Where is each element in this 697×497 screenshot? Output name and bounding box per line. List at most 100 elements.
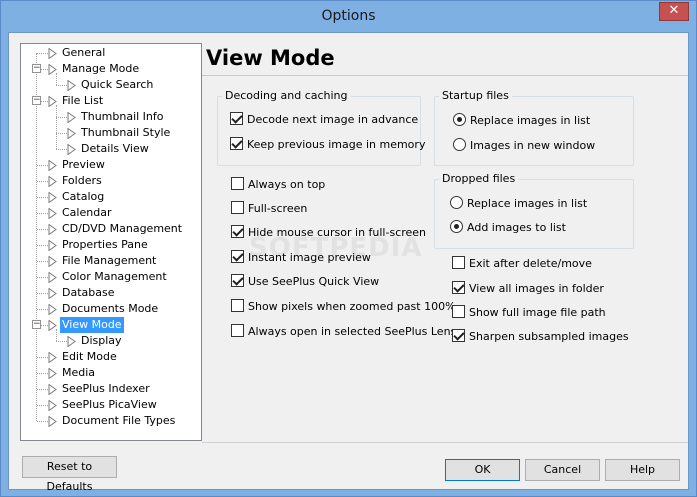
checkbox[interactable] (231, 250, 244, 263)
tree-item[interactable]: Database (21, 285, 201, 301)
tree-item[interactable]: Thumbnail Info (21, 109, 201, 125)
radio-button[interactable] (450, 196, 463, 209)
tree-item-label: File Management (62, 254, 157, 267)
right-option-checkbox[interactable]: View all images in folder (452, 281, 604, 297)
right-option-checkbox[interactable]: Exit after delete/move (452, 256, 592, 272)
tree-item[interactable]: Catalog (21, 189, 201, 205)
tree-item[interactable]: General (21, 45, 201, 61)
right-option-checkbox[interactable]: Sharpen subsampled images (452, 329, 629, 345)
option-label: Exit after delete/move (469, 257, 592, 270)
tree-connector-line (37, 229, 48, 230)
tree-item[interactable]: Details View (21, 141, 201, 157)
tree-item[interactable]: File Management (21, 253, 201, 269)
tree-item[interactable]: − View Mode (21, 317, 201, 333)
dialog-client: General − Manage Mode Quick Search − File Lis… (8, 32, 689, 493)
left-option-checkbox[interactable]: Hide mouse cursor in full-screen (231, 225, 426, 241)
tree-item-label: Color Management (62, 270, 167, 283)
button-separator (202, 442, 688, 443)
tree-item-label: Database (62, 286, 115, 299)
checkbox[interactable] (231, 274, 244, 287)
tree-item[interactable]: Thumbnail Style (21, 125, 201, 141)
tree-connector-line (37, 373, 48, 374)
tree-item[interactable]: SeePlus PicaView (21, 397, 201, 413)
tree-item-label: View Mode (60, 317, 124, 333)
checkbox[interactable] (452, 281, 465, 294)
checkbox[interactable] (452, 305, 465, 318)
checkbox[interactable] (230, 137, 243, 150)
checkbox[interactable] (231, 177, 244, 190)
tree-node-icon (48, 384, 57, 395)
tree-collapse-icon[interactable]: − (32, 64, 41, 73)
checkbox[interactable] (231, 324, 244, 337)
tree-item[interactable]: CD/DVD Management (21, 221, 201, 237)
startup-new-window-radio[interactable]: Images in new window (453, 138, 595, 154)
left-option-checkbox[interactable]: Full-screen (231, 201, 307, 217)
radio-button[interactable] (450, 220, 463, 233)
tree-item[interactable]: Edit Mode (21, 349, 201, 365)
tree-node-icon (67, 128, 76, 139)
tree-item-label: Thumbnail Info (81, 110, 164, 123)
startup-replace-radio[interactable]: Replace images in list (453, 113, 590, 129)
radio-button[interactable] (453, 138, 466, 151)
tree-connector-line (37, 213, 48, 214)
checkbox[interactable] (452, 256, 465, 269)
options-window: Options ✕ General − Manage Mode Quick Searc… (0, 0, 697, 497)
checkbox[interactable] (231, 225, 244, 238)
tree-item[interactable]: − File List (21, 93, 201, 109)
reset-defaults-button[interactable]: Reset to Defaults (22, 456, 117, 493)
ok-button[interactable]: OK (445, 459, 520, 481)
left-option-checkbox[interactable]: Always on top (231, 177, 325, 193)
left-option-checkbox[interactable]: Always open in selected SeePlus Lens (231, 324, 456, 340)
cancel-button[interactable]: Cancel (525, 459, 600, 481)
tree-item-label: Folders (62, 174, 102, 187)
tree-branch-line (56, 73, 57, 85)
close-icon: ✕ (668, 3, 680, 18)
page-title: View Mode (206, 46, 335, 70)
right-option-checkbox[interactable]: Show full image file path (452, 305, 606, 321)
dropped-add-radio[interactable]: Add images to list (450, 220, 566, 236)
tree-connector-line (56, 341, 67, 342)
tree-item-label: SeePlus PicaView (62, 398, 157, 411)
tree-item[interactable]: − Manage Mode (21, 61, 201, 77)
tree-collapse-icon[interactable]: − (32, 96, 41, 105)
close-button[interactable]: ✕ (659, 2, 689, 21)
tree-item[interactable]: Preview (21, 157, 201, 173)
tree-item[interactable]: Document File Types (21, 413, 201, 429)
tree-node-icon (48, 160, 57, 171)
checkbox[interactable] (452, 329, 465, 342)
tree-collapse-icon[interactable]: − (32, 320, 41, 329)
decode-next-checkbox[interactable]: Decode next image in advance (230, 112, 418, 128)
tree-item-label: Quick Search (81, 78, 154, 91)
tree-item[interactable]: Folders (21, 173, 201, 189)
tree-node-icon (48, 368, 57, 379)
keep-previous-checkbox[interactable]: Keep previous image in memory (230, 137, 425, 153)
checkbox[interactable] (231, 299, 244, 312)
dropped-replace-radio[interactable]: Replace images in list (450, 196, 587, 212)
tree-connector-line (37, 181, 48, 182)
left-option-checkbox[interactable]: Instant image preview (231, 250, 371, 266)
tree-item[interactable]: Display (21, 333, 201, 349)
tree-item-label: SeePlus Indexer (62, 382, 150, 395)
checkbox[interactable] (230, 112, 243, 125)
tree-item[interactable]: Documents Mode (21, 301, 201, 317)
option-label: Always open in selected SeePlus Lens (248, 325, 457, 338)
tree-item[interactable]: Media (21, 365, 201, 381)
tree-branch-line (56, 105, 57, 149)
options-tree[interactable]: General − Manage Mode Quick Search − File Lis… (20, 43, 202, 441)
tree-item[interactable]: Quick Search (21, 77, 201, 93)
tree-item[interactable]: Properties Pane (21, 237, 201, 253)
option-label: View all images in folder (469, 282, 604, 295)
tree-item[interactable]: SeePlus Indexer (21, 381, 201, 397)
help-button[interactable]: Help (605, 459, 680, 481)
window-title: Options (321, 8, 376, 24)
tree-item[interactable]: Color Management (21, 269, 201, 285)
title-bar[interactable]: Options ✕ (1, 1, 696, 33)
left-option-checkbox[interactable]: Show pixels when zoomed past 100% (231, 299, 456, 315)
tree-item[interactable]: Calendar (21, 205, 201, 221)
tree-node-icon (67, 112, 76, 123)
left-option-checkbox[interactable]: Use SeePlus Quick View (231, 274, 379, 290)
checkbox[interactable] (231, 201, 244, 214)
radio-button[interactable] (453, 113, 466, 126)
tree-node-icon (48, 352, 57, 363)
tree-item-label: Details View (81, 142, 149, 155)
